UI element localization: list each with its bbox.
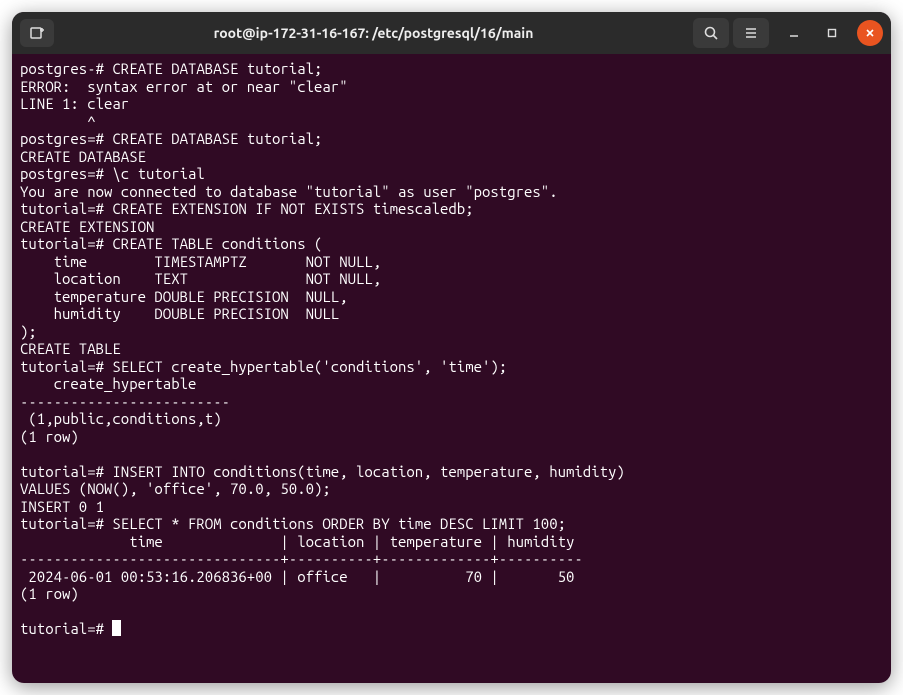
window-title: root@ip-172-31-16-167: /etc/postgresql/1… — [58, 25, 689, 41]
minimize-button[interactable] — [781, 20, 807, 46]
search-icon — [703, 25, 719, 41]
terminal-window: root@ip-172-31-16-167: /etc/postgresql/1… — [12, 12, 891, 683]
new-tab-icon — [29, 25, 45, 41]
search-button[interactable] — [693, 18, 729, 48]
new-tab-button[interactable] — [20, 19, 54, 47]
titlebar: root@ip-172-31-16-167: /etc/postgresql/1… — [12, 12, 891, 54]
terminal-output[interactable]: postgres-# CREATE DATABASE tutorial; ERR… — [12, 54, 891, 683]
maximize-button[interactable] — [819, 20, 845, 46]
window-controls — [781, 20, 883, 46]
cursor — [112, 620, 121, 636]
maximize-icon — [826, 27, 838, 39]
minimize-icon — [788, 27, 800, 39]
close-icon — [864, 27, 876, 39]
hamburger-icon — [743, 25, 759, 41]
close-button[interactable] — [857, 20, 883, 46]
menu-button[interactable] — [733, 18, 769, 48]
